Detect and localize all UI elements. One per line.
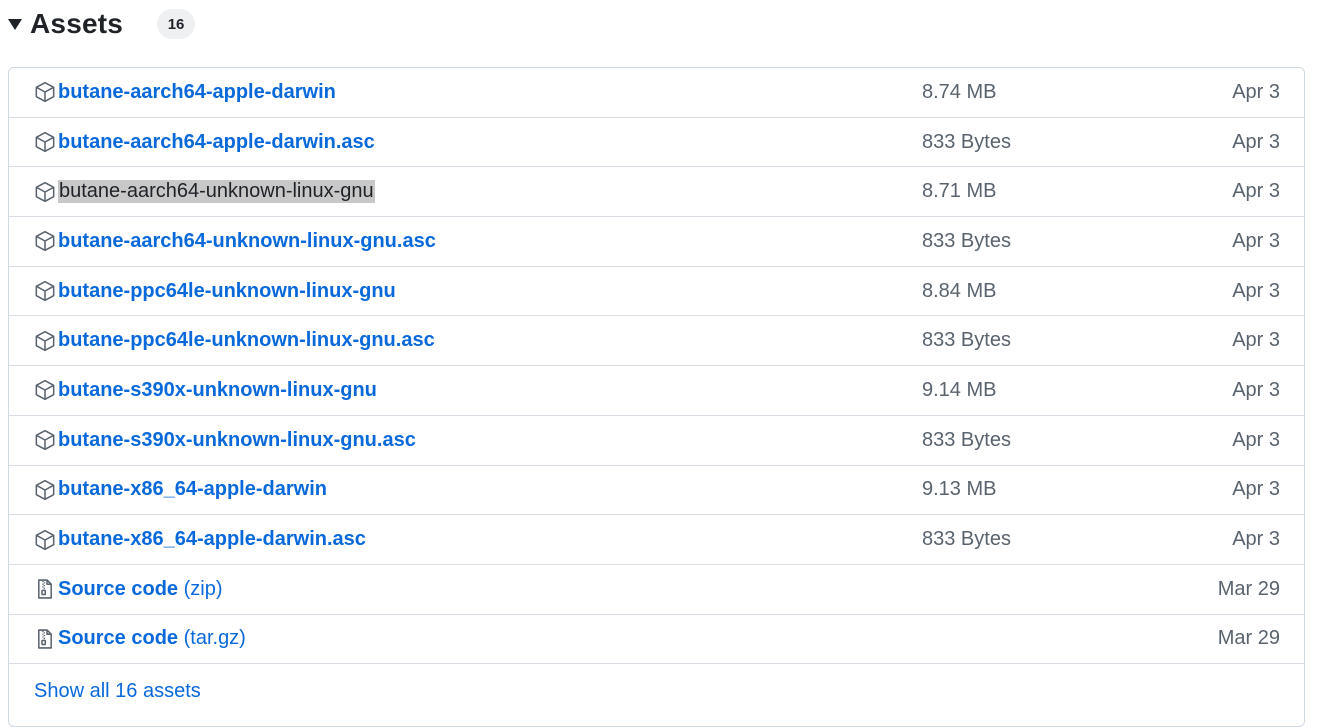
source-code-ext: (tar.gz) <box>183 627 246 650</box>
asset-row: butane-aarch64-apple-darwin 8.74 MB Apr 3 <box>9 68 1304 118</box>
asset-row: butane-x86_64-apple-darwin.asc 833 Bytes A… <box>9 515 1304 565</box>
asset-size: 833 Bytes <box>922 229 1011 252</box>
source-code-link[interactable]: Source code (zip) <box>58 578 223 601</box>
asset-row: butane-ppc64le-unknown-linux-gnu 8.84 MB A… <box>9 267 1304 317</box>
assets-list: butane-aarch64-apple-darwin 8.74 MB Apr 3b… <box>8 67 1305 727</box>
asset-row: butane-ppc64le-unknown-linux-gnu.asc 833 … <box>9 316 1304 367</box>
asset-size: 833 Bytes <box>922 329 1011 352</box>
asset-date: Apr 3 <box>1232 428 1280 451</box>
asset-date: Apr 3 <box>1232 80 1280 103</box>
show-all-row: Show all 16 assets <box>9 664 1304 718</box>
asset-size: 8.71 MB <box>922 180 997 203</box>
file-zip-icon <box>34 628 56 650</box>
asset-size: 833 Bytes <box>922 528 1011 551</box>
asset-size: 9.13 MB <box>922 478 997 501</box>
package-icon <box>34 230 56 252</box>
asset-row: butane-s390x-unknown-linux-gnu 9.14 MB Apr… <box>9 366 1304 416</box>
asset-date: Apr 3 <box>1232 478 1280 501</box>
assets-count-badge: 16 <box>157 9 196 39</box>
asset-date: Apr 3 <box>1232 130 1280 153</box>
source-code-row: Source code (tar.gz) Mar 29 <box>9 615 1304 665</box>
asset-row: butane-s390x-unknown-linux-gnu.asc 833 By… <box>9 416 1304 466</box>
asset-link[interactable]: butane-x86_64-apple-darwin.asc <box>58 528 366 551</box>
asset-row: butane-aarch64-apple-darwin.asc 833 Bytes… <box>9 118 1304 168</box>
source-code-label: Source code <box>58 577 179 600</box>
asset-link[interactable]: butane-ppc64le-unknown-linux-gnu.asc <box>58 329 435 352</box>
asset-date: Apr 3 <box>1232 229 1280 252</box>
package-icon <box>34 529 56 551</box>
source-code-link[interactable]: Source code (tar.gz) <box>58 627 246 650</box>
asset-link[interactable]: butane-x86_64-apple-darwin <box>58 478 327 501</box>
asset-size: 8.74 MB <box>922 80 997 103</box>
asset-link[interactable]: butane-s390x-unknown-linux-gnu <box>58 379 377 402</box>
package-icon <box>34 280 56 302</box>
asset-link[interactable]: butane-ppc64le-unknown-linux-gnu <box>58 280 396 303</box>
collapse-caret-icon[interactable] <box>8 18 22 30</box>
source-code-ext: (zip) <box>183 577 223 600</box>
package-icon <box>34 379 56 401</box>
asset-row: butane-aarch64-unknown-linux-gnu 8.71 MB A… <box>9 167 1304 218</box>
asset-size: 833 Bytes <box>922 428 1011 451</box>
package-icon <box>34 479 56 501</box>
asset-date: Apr 3 <box>1232 180 1280 203</box>
source-code-label: Source code <box>58 627 179 650</box>
asset-link[interactable]: butane-aarch64-apple-darwin.asc <box>58 131 375 154</box>
asset-link[interactable]: butane-aarch64-apple-darwin <box>58 81 336 104</box>
asset-date: Apr 3 <box>1232 279 1280 302</box>
file-zip-icon <box>34 578 56 600</box>
asset-link[interactable]: butane-s390x-unknown-linux-gnu.asc <box>58 429 416 452</box>
package-icon <box>34 330 56 352</box>
package-icon <box>34 181 56 203</box>
assets-header: Assets 16 <box>8 4 196 44</box>
asset-date: Apr 3 <box>1232 329 1280 352</box>
asset-row: butane-aarch64-unknown-linux-gnu.asc 833 … <box>9 217 1304 267</box>
show-all-assets-link[interactable]: Show all 16 assets <box>34 680 201 703</box>
asset-date: Apr 3 <box>1232 378 1280 401</box>
asset-row: butane-x86_64-apple-darwin 9.13 MB Apr 3 <box>9 466 1304 516</box>
asset-size: 833 Bytes <box>922 130 1011 153</box>
asset-date: Apr 3 <box>1232 528 1280 551</box>
asset-link[interactable]: butane-aarch64-unknown-linux-gnu.asc <box>58 230 436 253</box>
asset-link[interactable]: butane-aarch64-unknown-linux-gnu <box>58 180 375 204</box>
package-icon <box>34 81 56 103</box>
source-code-date: Mar 29 <box>1217 627 1280 650</box>
assets-title: Assets <box>30 8 124 39</box>
asset-size: 9.14 MB <box>922 378 997 401</box>
asset-size: 8.84 MB <box>922 279 997 302</box>
package-icon <box>34 429 56 451</box>
source-code-row: Source code (zip) Mar 29 <box>9 565 1304 615</box>
source-code-date: Mar 29 <box>1217 577 1280 600</box>
package-icon <box>34 131 56 153</box>
